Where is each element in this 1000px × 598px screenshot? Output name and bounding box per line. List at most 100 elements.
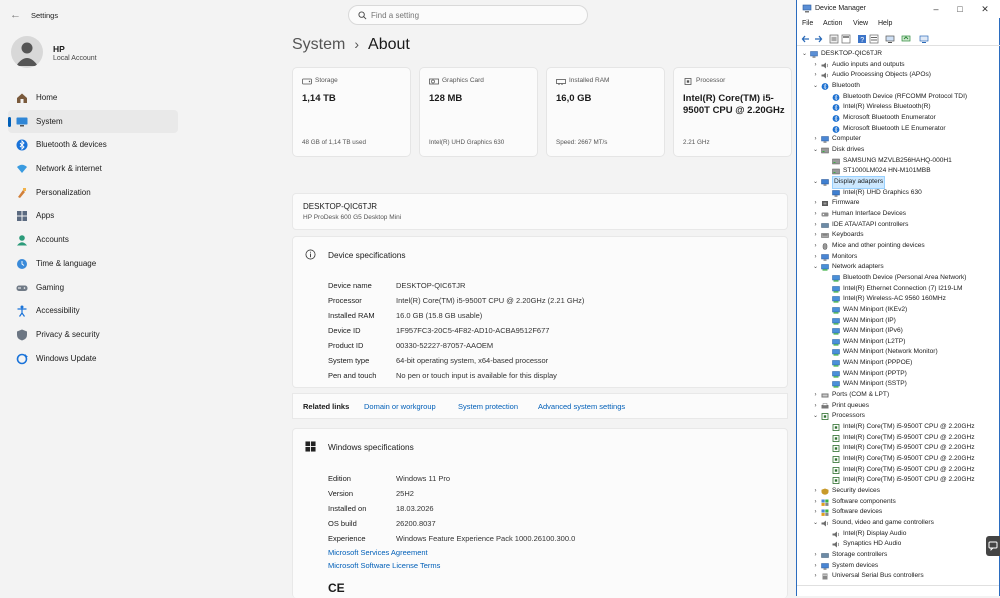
link-license-terms[interactable]: Microsoft Software License Terms <box>328 561 440 570</box>
forward-icon[interactable] <box>813 34 823 44</box>
breadcrumb-parent[interactable]: System <box>292 36 345 53</box>
chevron-right-icon[interactable]: › <box>812 70 819 81</box>
spec-value[interactable]: Windows Feature Experience Pack 1000.261… <box>396 534 575 543</box>
spec-value[interactable]: 18.03.2026 <box>396 504 434 513</box>
maximize-icon[interactable]: □ <box>953 3 967 15</box>
network-icon <box>832 371 840 378</box>
back-arrow-icon[interactable]: ← <box>10 9 22 21</box>
tree-node-label: Mice and other pointing devices <box>832 241 925 249</box>
chevron-down-icon[interactable]: ⌄ <box>812 81 819 92</box>
chevron-down-icon[interactable]: ⌄ <box>812 262 819 273</box>
spec-card-processor[interactable]: Processor Intel(R) Core(TM) i5-9500T CPU … <box>673 67 792 157</box>
device-name: DESKTOP-QIC6TJR <box>303 202 378 211</box>
show-hide-icon[interactable] <box>841 34 851 44</box>
spec-card-storage[interactable]: Storage 1,14 TB 48 GB of 1,14 TB used <box>292 67 411 157</box>
sidebar-item-privacy-security[interactable]: Privacy & security <box>8 323 178 347</box>
help-icon[interactable]: ? <box>857 34 867 44</box>
chevron-down-icon[interactable]: ⌄ <box>812 145 819 156</box>
settings-search-box[interactable] <box>348 5 588 25</box>
link-services-agreement[interactable]: Microsoft Services Agreement <box>328 548 428 557</box>
close-icon[interactable]: ✕ <box>978 3 992 15</box>
side-panel-tab[interactable] <box>986 536 1000 556</box>
breadcrumb-separator: › <box>354 36 360 52</box>
chevron-right-icon[interactable]: › <box>812 220 819 231</box>
spec-value[interactable]: Intel(R) Core(TM) i5-9500T CPU @ 2.20GHz… <box>396 296 584 305</box>
spec-value[interactable]: 1F957FC3-20C5-4F82-AD10-ACBA9512F677 <box>396 326 549 335</box>
device-specs-header[interactable]: Device specifications <box>293 237 789 273</box>
sidebar-item-label: Privacy & security <box>36 329 100 339</box>
spec-key: System type <box>328 356 370 365</box>
menu-view[interactable]: View <box>853 20 868 27</box>
chevron-right-icon[interactable]: › <box>812 497 819 508</box>
device-manager-menubar: File Action View Help <box>797 19 1000 31</box>
spec-value[interactable]: 26200.8037 <box>396 519 436 528</box>
sidebar-item-apps[interactable]: Apps <box>8 204 178 228</box>
sidebar-item-accessibility[interactable]: Accessibility <box>8 299 178 323</box>
chat-icon <box>988 541 998 551</box>
chevron-right-icon[interactable]: › <box>812 241 819 252</box>
spec-value[interactable]: 64-bit operating system, x64-based proce… <box>396 356 548 365</box>
spec-value[interactable]: 25H2 <box>396 489 414 498</box>
chevron-right-icon[interactable]: › <box>812 561 819 572</box>
card-value: Intel(R) Core(TM) i5-9500T CPU @ 2.20GHz <box>683 93 785 116</box>
sidebar-item-time-language[interactable]: Time & language <box>8 252 178 276</box>
link-advanced-system-settings[interactable]: Advanced system settings <box>538 402 625 411</box>
chevron-right-icon[interactable]: › <box>812 252 819 263</box>
chevron-right-icon[interactable]: › <box>812 134 819 145</box>
menu-file[interactable]: File <box>802 20 813 27</box>
spec-value[interactable]: Windows 11 Pro <box>396 474 450 483</box>
sidebar-item-personalization[interactable]: Personalization <box>8 181 178 205</box>
chevron-right-icon[interactable]: › <box>812 401 819 412</box>
chevron-right-icon[interactable]: › <box>812 198 819 209</box>
spec-value[interactable]: No pen or touch input is available for t… <box>396 371 557 380</box>
update-driver-icon[interactable] <box>901 34 911 44</box>
back-icon[interactable] <box>801 34 811 44</box>
link-domain-workgroup[interactable]: Domain or workgroup <box>364 402 436 411</box>
spec-value[interactable]: 00330-52227-87057-AAOEM <box>396 341 493 350</box>
chevron-down-icon[interactable]: ⌄ <box>812 177 819 188</box>
spec-card-installed-ram[interactable]: Installed RAM 16,0 GB Speed: 2667 MT/s <box>546 67 665 157</box>
sidebar-item-gaming[interactable]: Gaming <box>8 276 178 300</box>
component-icon <box>821 499 829 506</box>
chevron-right-icon[interactable]: › <box>812 390 819 401</box>
properties-icon[interactable] <box>829 34 839 44</box>
chevron-right-icon[interactable]: › <box>812 230 819 241</box>
chevron-down-icon[interactable]: ⌄ <box>812 518 819 529</box>
spec-value[interactable]: DESKTOP-QIC6TJR <box>396 281 465 290</box>
sidebar-item-network-internet[interactable]: Network & internet <box>8 157 178 181</box>
menu-help[interactable]: Help <box>878 20 892 27</box>
chevron-right-icon[interactable]: › <box>812 507 819 518</box>
menu-action[interactable]: Action <box>823 20 842 27</box>
sidebar-item-system[interactable]: System <box>8 109 178 134</box>
sidebar-item-windows-update[interactable]: Windows Update <box>8 347 178 371</box>
card-subtext: 48 GB of 1,14 TB used <box>302 139 366 146</box>
chevron-right-icon[interactable]: › <box>812 486 819 497</box>
tree-node-label: Processors <box>832 412 865 420</box>
horizontal-scrollbar[interactable] <box>797 585 999 595</box>
sidebar-item-bluetooth-devices[interactable]: Bluetooth & devices <box>8 133 178 157</box>
spec-card-graphics-card[interactable]: Graphics Card 128 MB Intel(R) UHD Graphics… <box>419 67 538 157</box>
chevron-right-icon[interactable]: › <box>812 550 819 561</box>
chevron-right-icon[interactable]: › <box>812 209 819 220</box>
scan-hardware-icon[interactable] <box>885 34 895 44</box>
globe-clock-icon <box>17 258 27 269</box>
user-profile[interactable]: HP Local Account <box>11 36 181 76</box>
sidebar-item-label: Home <box>36 93 58 102</box>
tree-node-label: Intel(R) Core(TM) i5-9500T CPU @ 2.20GHz <box>843 465 975 473</box>
sidebar-item-home[interactable]: Home <box>8 86 178 110</box>
add-hardware-icon[interactable] <box>919 34 929 44</box>
sidebar-item-accounts[interactable]: Accounts <box>8 228 178 252</box>
chevron-down-icon[interactable]: ⌄ <box>801 49 808 60</box>
chevron-down-icon[interactable]: ⌄ <box>812 411 819 422</box>
settings-search-input[interactable] <box>371 8 571 23</box>
tree-node-label: Intel(R) Core(TM) i5-9500T CPU @ 2.20GHz <box>843 433 975 441</box>
tree-node-label: Security devices <box>832 487 881 495</box>
windows-specs-header[interactable]: Windows specifications <box>293 429 789 465</box>
minimize-icon[interactable]: – <box>929 3 943 15</box>
chevron-right-icon[interactable]: › <box>812 60 819 71</box>
chevron-right-icon[interactable]: › <box>812 571 819 582</box>
view-devices-icon[interactable] <box>869 34 879 44</box>
link-system-protection[interactable]: System protection <box>458 402 518 411</box>
spec-value[interactable]: 16.0 GB (15.8 GB usable) <box>396 311 482 320</box>
computer-icon <box>810 51 818 58</box>
